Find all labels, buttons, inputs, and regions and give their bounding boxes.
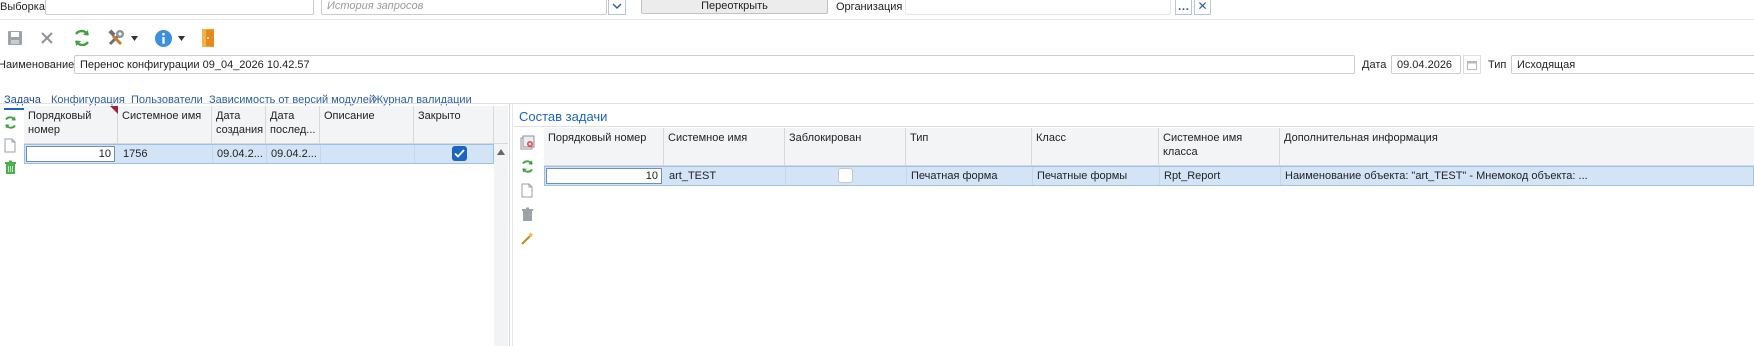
refresh-icon[interactable] [71,27,93,49]
query-history-input[interactable] [321,0,607,15]
new-document-icon[interactable] [518,181,536,199]
left-grid-header: Порядковый номер Системное имя Дата созд… [24,106,508,144]
trash-icon[interactable] [518,205,536,223]
name-field[interactable] [74,55,1355,74]
table-row[interactable]: 10 art_TEST Печатная форма Печатные форм… [544,166,1754,186]
blocked-cell [786,167,907,185]
history-dropdown-button[interactable] [608,0,626,15]
modified-cell: 09.04.2... [267,145,321,163]
column-header[interactable]: Системное имя [664,128,785,165]
closed-cell [415,145,495,163]
name-label: Наименование [0,59,75,71]
divider [0,19,1754,20]
trash-icon[interactable] [1,158,19,176]
save-icon[interactable] [5,28,25,48]
type-label: Тип [1488,59,1507,71]
divider [514,126,1754,127]
close-icon[interactable] [37,28,57,48]
organization-input[interactable] [905,0,1171,15]
column-header[interactable]: Системное имя [118,106,212,143]
right-grid-header: Порядковый номер Системное имя Заблокиро… [544,128,1754,166]
sysname-cell: 1756 [119,145,213,163]
order-cell[interactable]: 10 [26,146,115,162]
column-header[interactable]: Тип [906,128,1032,165]
sort-marker-icon [110,106,118,114]
column-header[interactable]: Дополнительная информация [1280,128,1754,165]
new-document-icon[interactable] [1,136,19,154]
scroll-up-icon[interactable] [497,149,505,155]
add-object-icon[interactable] [518,133,536,151]
class-sysname-cell: Rpt_Report [1160,167,1281,185]
date-field[interactable] [1391,55,1461,74]
column-header[interactable]: Закрыто [414,106,494,143]
order-cell[interactable]: 10 [546,168,662,184]
column-header[interactable]: Дата послед... [266,106,320,143]
chevron-down-icon [612,3,622,9]
column-header[interactable]: Системное имя класса [1159,128,1280,165]
table-row[interactable]: 10 1756 09.04.2... 09.04.2... [24,144,494,164]
magic-wand-icon[interactable] [518,229,536,247]
tab-validation-log[interactable]: Журнал валидации [373,94,472,106]
chevron-down-icon[interactable] [129,34,139,42]
organization-label: Организация [836,1,903,13]
calendar-icon[interactable] [1463,55,1481,74]
column-header[interactable]: Заблокирован [785,128,906,165]
chevron-down-icon[interactable] [176,34,186,42]
panel-title: Состав задачи [519,109,608,124]
column-header[interactable]: Класс [1032,128,1159,165]
tools-icon[interactable] [105,27,127,49]
sample-input[interactable] [45,0,314,15]
refresh-icon[interactable] [1,113,19,131]
column-header[interactable]: Порядковый номер [24,106,118,143]
date-label: Дата [1362,59,1387,71]
tab-configuration[interactable]: Конфигурация [51,94,125,106]
refresh-icon[interactable] [518,157,536,175]
type-cell: Печатная форма [907,167,1033,185]
organization-select-button[interactable]: … [1175,0,1192,15]
exit-icon[interactable] [198,27,220,49]
info-icon[interactable] [152,27,174,49]
tab-module-dependencies[interactable]: Зависимость от версий модулей [209,94,375,106]
sample-label: Выборка [0,1,45,13]
divider [0,103,1754,104]
sysname-cell: art_TEST [665,167,786,185]
reopen-button[interactable]: Переоткрыть [641,0,828,14]
panel-splitter[interactable] [509,104,510,346]
divider [512,104,513,346]
info-cell: Наименование объекта: "art_TEST" - Мнемо… [1285,170,1588,182]
left-scrollbar[interactable] [494,144,508,346]
organization-clear-button[interactable]: ✕ [1194,0,1211,15]
column-header[interactable]: Порядковый номер [544,128,664,165]
type-field[interactable] [1511,55,1754,74]
blocked-checkbox[interactable] [838,168,853,183]
closed-checkbox[interactable] [452,146,467,161]
class-cell: Печатные формы [1033,167,1160,185]
column-header[interactable]: Описание [320,106,414,143]
created-cell: 09.04.2... [213,145,267,163]
tab-users[interactable]: Пользователи [131,94,203,106]
description-cell [321,145,415,163]
column-header[interactable]: Дата создания [212,106,266,143]
